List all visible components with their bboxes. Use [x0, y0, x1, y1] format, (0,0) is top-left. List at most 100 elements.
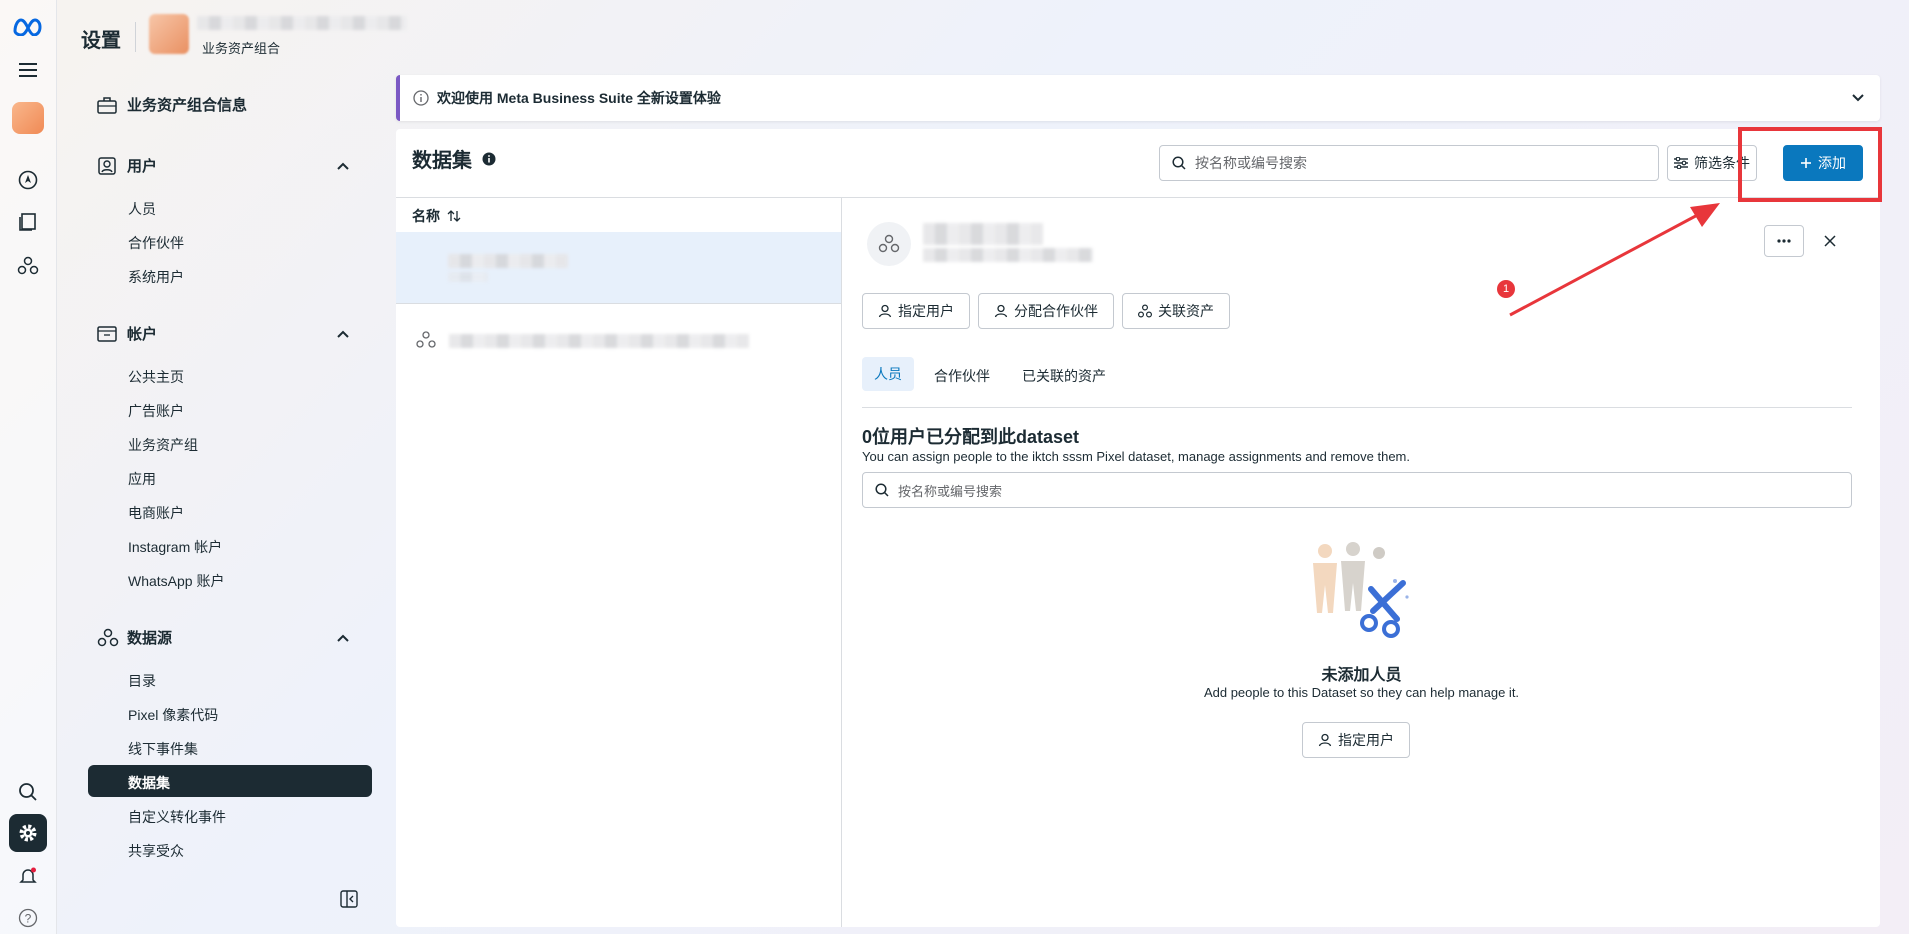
filter-sliders-icon — [1674, 157, 1688, 169]
close-icon[interactable] — [1824, 235, 1836, 247]
divider — [862, 407, 1852, 408]
annotation-step-badge: 1 — [1497, 280, 1515, 298]
collapse-sidebar-icon[interactable] — [340, 890, 358, 908]
empty-state-assign-button[interactable]: 指定用户 — [1302, 722, 1410, 758]
sidebar-item-ad-accounts[interactable]: 广告账户 — [128, 401, 184, 421]
portfolio-name-redacted — [197, 16, 407, 30]
sidebar-item-offline-event-sets[interactable]: 线下事件集 — [128, 739, 198, 759]
svg-text:?: ? — [25, 912, 32, 926]
dataset-row-selected[interactable] — [396, 232, 841, 304]
data-sources-icon[interactable] — [12, 250, 44, 282]
search-placeholder: 按名称或编号搜索 — [1195, 155, 1307, 171]
panel-title: 数据集 — [412, 144, 496, 173]
data-sources-icon — [1138, 304, 1152, 318]
accounts-icon — [97, 325, 117, 342]
assign-users-button[interactable]: 指定用户 — [862, 293, 970, 329]
chevron-up-icon — [337, 330, 349, 338]
tab-connected-assets[interactable]: 已关联的资产 — [1022, 366, 1106, 386]
assign-partner-button[interactable]: 分配合作伙伴 — [978, 293, 1114, 329]
info-icon — [413, 90, 429, 106]
search-input[interactable]: 按名称或编号搜索 — [1159, 145, 1659, 181]
sidebar-item-whatsapp[interactable]: WhatsApp 账户 — [128, 571, 224, 591]
portfolio-avatar[interactable] — [12, 102, 44, 134]
more-icon — [1777, 239, 1791, 243]
sidebar-item-instagram[interactable]: Instagram 帐户 — [128, 537, 222, 557]
data-sources-icon — [97, 628, 119, 646]
dataset-name-redacted — [449, 334, 749, 348]
dataset-avatar — [867, 222, 911, 266]
person-icon — [1318, 733, 1332, 747]
tab-people[interactable]: 人员 — [862, 357, 914, 391]
sidebar-item-portfolio-info[interactable]: 业务资产组合信息 — [97, 94, 247, 115]
tab-partners[interactable]: 合作伙伴 — [934, 366, 990, 386]
sort-icon[interactable] — [447, 210, 461, 222]
global-nav-rail: ? — [0, 0, 57, 934]
dataset-name-redacted — [448, 254, 568, 268]
menu-icon[interactable] — [12, 54, 44, 86]
assigned-users-heading: 0位用户已分配到此dataset — [862, 427, 1080, 447]
help-icon[interactable]: ? — [12, 902, 44, 934]
column-header-name[interactable]: 名称 — [412, 206, 461, 226]
dataset-icon — [416, 331, 436, 348]
chevron-up-icon — [337, 162, 349, 170]
sidebar-item-system-users[interactable]: 系统用户 — [128, 267, 184, 287]
sidebar-item-asset-groups[interactable]: 业务资产组 — [128, 435, 198, 455]
pages-icon[interactable] — [12, 206, 44, 238]
sidebar-item-commerce-accounts[interactable]: 电商账户 — [128, 503, 184, 523]
portfolio-switcher[interactable]: 业务资产组合 — [149, 14, 419, 58]
dataset-icon — [878, 234, 900, 253]
sidebar-item-people[interactable]: 人员 — [128, 199, 156, 219]
section-label: 数据源 — [127, 630, 173, 647]
people-search-input[interactable]: 按名称或编号搜索 — [862, 472, 1852, 508]
search-icon — [1172, 156, 1186, 170]
person-icon — [878, 304, 892, 318]
connect-assets-button[interactable]: 关联资产 — [1122, 293, 1230, 329]
sidebar-item-datasets[interactable]: 数据集 — [128, 773, 170, 793]
more-options-button[interactable] — [1764, 225, 1804, 257]
portfolio-logo — [149, 14, 189, 54]
sidebar-section-data-sources[interactable]: 数据源 — [97, 627, 349, 648]
sidebar-item-catalogs[interactable]: 目录 — [128, 671, 156, 691]
search-placeholder: 按名称或编号搜索 — [898, 483, 1003, 499]
person-icon — [994, 304, 1008, 318]
section-label: 帐户 — [127, 326, 158, 343]
annotation-highlight-box — [1738, 127, 1882, 202]
action-label: 指定用户 — [898, 303, 954, 319]
action-label: 关联资产 — [1158, 303, 1214, 319]
sidebar-section-accounts[interactable]: 帐户 — [97, 323, 349, 344]
meta-logo[interactable] — [12, 10, 44, 42]
empty-state-text: Add people to this Dataset so they can h… — [1203, 685, 1520, 700]
empty-state-illustration — [1303, 541, 1423, 641]
sidebar-item-pixels[interactable]: Pixel 像素代码 — [128, 705, 218, 725]
portfolio-label: 业务资产组合 — [202, 41, 281, 56]
sidebar-item-pages[interactable]: 公共主页 — [128, 367, 184, 387]
compass-icon[interactable] — [12, 164, 44, 196]
sidebar-item-custom-conversions[interactable]: 自定义转化事件 — [128, 807, 226, 827]
dataset-list: 名称 — [396, 198, 842, 927]
empty-state-title: 未添加人员 — [1321, 667, 1402, 684]
assigned-users-subtext: You can assign people to the iktch sssm … — [862, 449, 1410, 464]
chevron-up-icon — [337, 634, 349, 642]
gear-icon[interactable] — [9, 814, 47, 852]
dataset-row[interactable] — [396, 304, 841, 376]
search-icon[interactable] — [12, 776, 44, 808]
settings-sidebar: 业务资产组合信息 用户 人员 合作伙伴 系统用户 帐户 公共主页 广告账户 业务… — [57, 72, 395, 934]
banner-text: 欢迎使用 Meta Business Suite 全新设置体验 — [437, 90, 721, 106]
dataset-id-redacted — [448, 272, 488, 282]
sidebar-item-apps[interactable]: 应用 — [128, 469, 156, 489]
users-icon — [98, 156, 116, 175]
sidebar-section-users[interactable]: 用户 — [97, 155, 349, 176]
sidebar-item-partners[interactable]: 合作伙伴 — [128, 233, 184, 253]
page-title: 设置 — [81, 30, 121, 52]
chevron-down-icon[interactable] — [1852, 94, 1864, 102]
section-label: 用户 — [127, 158, 158, 175]
info-filled-icon[interactable] — [482, 152, 496, 166]
sidebar-item-shared-audiences[interactable]: 共享受众 — [128, 841, 184, 861]
bell-icon[interactable] — [12, 860, 44, 892]
sidebar-item-label: 业务资产组合信息 — [127, 97, 248, 114]
search-icon — [875, 483, 889, 497]
annotation-arrow — [1509, 203, 1720, 317]
briefcase-icon — [97, 96, 117, 114]
dataset-id-redacted — [923, 248, 1093, 262]
welcome-banner[interactable]: 欢迎使用 Meta Business Suite 全新设置体验 — [396, 75, 1880, 121]
